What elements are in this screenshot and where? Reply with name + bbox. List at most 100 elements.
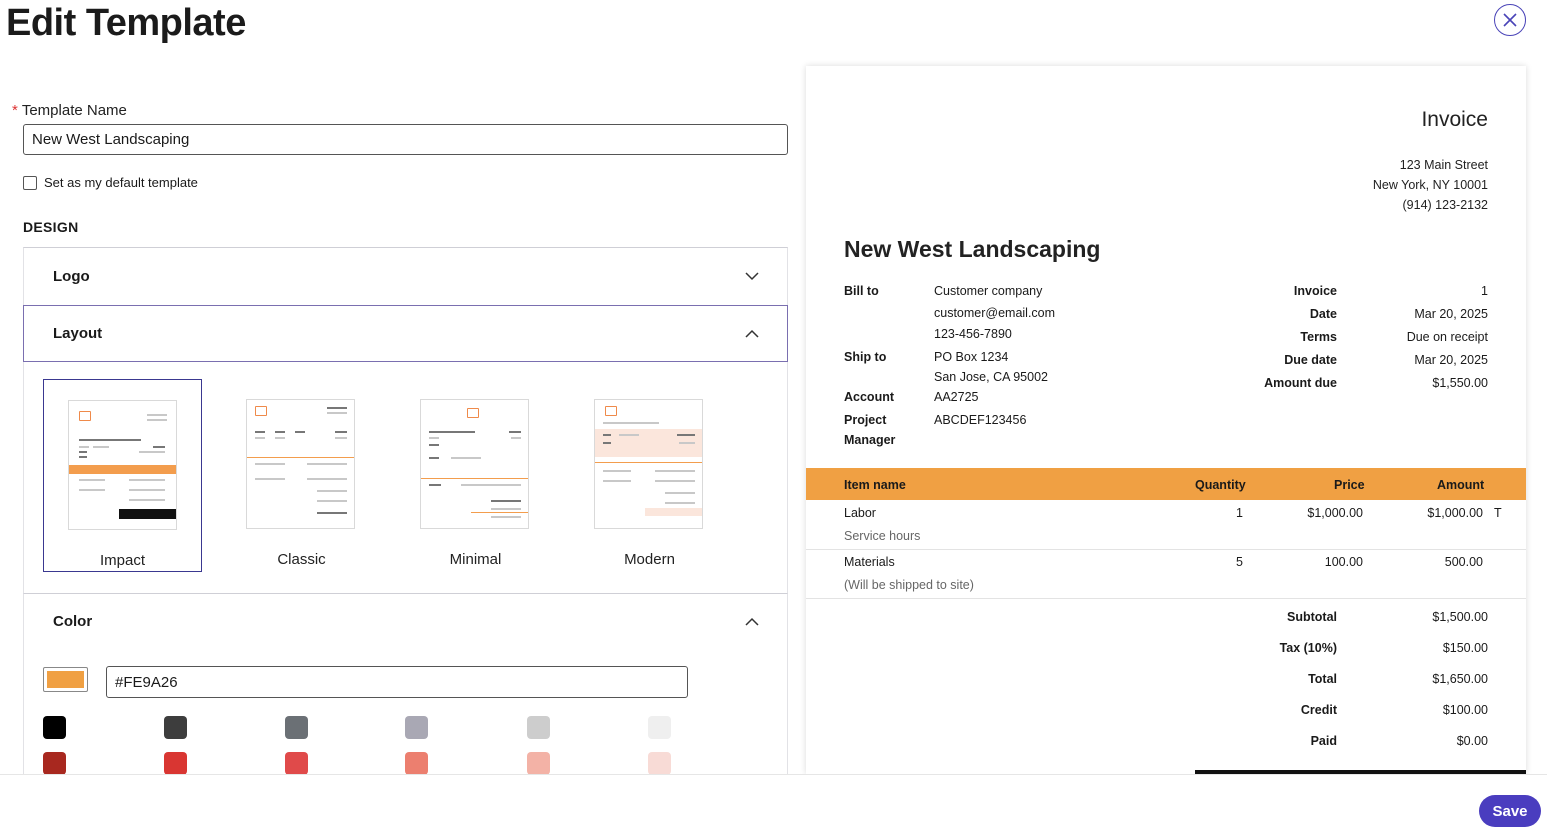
total-value: $1,650.00 — [1432, 672, 1488, 686]
color-swatch[interactable] — [648, 716, 671, 739]
color-swatch[interactable] — [405, 752, 428, 775]
bill-to-label: Bill to — [844, 284, 879, 298]
current-color-preview — [47, 671, 84, 688]
meta-value: 1 — [1481, 284, 1488, 298]
account-label: Account — [844, 390, 894, 404]
total-value: $1,500.00 — [1432, 610, 1488, 624]
meta-value: Due on receipt — [1406, 330, 1488, 344]
chevron-up-icon — [745, 617, 759, 626]
layout-option-classic[interactable]: Classic — [222, 379, 381, 572]
save-button[interactable]: Save — [1479, 795, 1541, 827]
layout-thumbnail-classic — [246, 399, 355, 529]
layout-thumbnail-impact — [68, 400, 177, 530]
bill-to-email: customer@email.com — [934, 306, 1056, 320]
ship-to-label: Ship to — [844, 350, 887, 364]
image-placeholder-icon — [605, 406, 617, 416]
bottom-action-bar — [0, 774, 1547, 832]
meta-label: Due date — [1284, 353, 1337, 367]
item-amount: 500.00 — [1444, 555, 1483, 569]
color-swatch[interactable] — [43, 716, 66, 739]
address-line-1: 123 Main Street — [1399, 158, 1488, 172]
hex-color-input[interactable] — [106, 666, 688, 698]
color-options — [23, 649, 788, 775]
item-description: (Will be shipped to site) — [844, 578, 974, 592]
edit-template-page: Edit Template *Template Name Set as my d… — [0, 0, 1547, 832]
item-tax-flag: T — [1494, 506, 1502, 520]
account-value: AA2725 — [934, 390, 979, 404]
color-section-header[interactable]: Color — [23, 593, 788, 649]
meta-label: Terms — [1300, 330, 1337, 344]
page-title: Edit Template — [6, 2, 246, 44]
total-value: $150.00 — [1442, 641, 1488, 655]
item-quantity: 1 — [1236, 506, 1243, 520]
total-label: Tax (10%) — [1279, 641, 1337, 655]
color-swatch[interactable] — [648, 752, 671, 775]
address-line-2: New York, NY 10001 — [1372, 178, 1488, 192]
template-name-label-text: Template Name — [21, 102, 127, 119]
color-swatch[interactable] — [285, 752, 308, 775]
image-placeholder-icon — [255, 406, 267, 416]
project-manager-label-2: Manager — [844, 433, 896, 447]
default-template-label: Set as my default template — [44, 175, 198, 190]
invoice-title: Invoice — [1421, 108, 1488, 131]
chevron-up-icon — [745, 329, 759, 338]
total-value: $100.00 — [1442, 703, 1488, 717]
color-swatch[interactable] — [527, 752, 550, 775]
color-swatch[interactable] — [405, 716, 428, 739]
color-swatch[interactable] — [164, 752, 187, 775]
color-swatch[interactable] — [527, 716, 550, 739]
meta-label: Date — [1309, 307, 1337, 321]
color-swatch[interactable] — [43, 752, 66, 775]
column-quantity: Quantity — [1195, 478, 1246, 492]
column-item-name: Item name — [844, 478, 906, 492]
item-description: Service hours — [844, 529, 921, 543]
close-button[interactable] — [1494, 4, 1526, 36]
close-icon — [1503, 13, 1517, 27]
color-swatch[interactable] — [285, 716, 308, 739]
total-value: $0.00 — [1456, 734, 1488, 748]
bill-to-phone: 123-456-7890 — [934, 327, 1012, 341]
company-name: New West Landscaping — [844, 236, 1101, 262]
layout-label-modern: Modern — [624, 551, 675, 568]
meta-label: Amount due — [1264, 376, 1337, 390]
item-price: 100.00 — [1324, 555, 1363, 569]
total-label: Total — [1308, 672, 1337, 686]
bill-to-name: Customer company — [934, 284, 1043, 298]
column-price: Price — [1334, 478, 1365, 492]
meta-value: $1,550.00 — [1432, 376, 1488, 390]
layout-thumbnail-modern — [594, 399, 703, 529]
layout-option-minimal[interactable]: Minimal — [396, 379, 555, 572]
ship-to-line-2: San Jose, CA 95002 — [934, 370, 1048, 384]
required-mark: * — [12, 102, 18, 119]
image-placeholder-icon — [467, 408, 479, 418]
column-amount: Amount — [1437, 478, 1485, 492]
layout-options: Impact Classic Minimal Modern — [23, 362, 788, 593]
template-name-input[interactable] — [23, 124, 788, 155]
layout-label-impact: Impact — [99, 552, 145, 569]
layout-section-header[interactable]: Layout — [23, 305, 788, 362]
ship-to-line-1: PO Box 1234 — [934, 350, 1009, 364]
meta-label: Invoice — [1293, 284, 1337, 298]
row-divider — [806, 598, 1526, 599]
invoice-preview: Invoice 123 Main Street New York, NY 100… — [806, 66, 1526, 774]
image-placeholder-icon — [79, 411, 91, 421]
phone-number: (914) 123-2132 — [1402, 198, 1488, 212]
default-template-row[interactable]: Set as my default template — [23, 175, 198, 190]
row-divider — [806, 549, 1526, 550]
color-swatch[interactable] — [164, 716, 187, 739]
item-quantity: 5 — [1236, 555, 1243, 569]
item-price: $1,000.00 — [1307, 506, 1363, 520]
total-label: Subtotal — [1287, 610, 1337, 624]
project-manager-label-1: Project — [844, 413, 887, 427]
logo-section-header[interactable]: Logo — [23, 247, 788, 305]
layout-option-modern[interactable]: Modern — [570, 379, 729, 572]
color-picker-swatch[interactable] — [43, 667, 88, 692]
default-template-checkbox[interactable] — [23, 175, 37, 190]
item-amount: $1,000.00 — [1427, 506, 1483, 520]
template-name-label: * Template Name — [12, 102, 127, 119]
layout-option-impact[interactable]: Impact — [43, 379, 202, 572]
total-label: Paid — [1310, 734, 1337, 748]
project-manager-value: ABCDEF123456 — [934, 413, 1027, 427]
design-heading: DESIGN — [23, 219, 79, 235]
layout-label-minimal: Minimal — [449, 551, 502, 568]
